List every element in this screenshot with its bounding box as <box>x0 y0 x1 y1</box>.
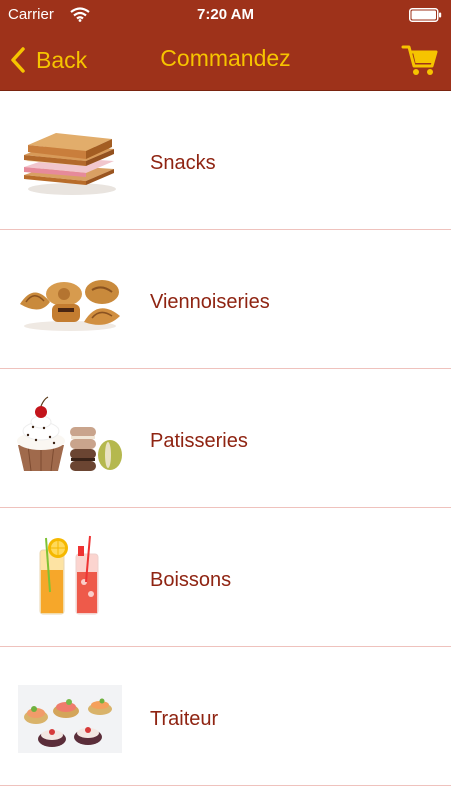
list-item-boissons[interactable]: Boissons <box>0 508 451 647</box>
sandwich-image <box>14 115 126 203</box>
status-bar: Carrier 7:20 AM <box>0 0 451 30</box>
list-item-traiteur[interactable]: Traiteur <box>0 647 451 786</box>
pastries-image <box>14 254 126 342</box>
list-item-viennoiseries[interactable]: Viennoiseries <box>0 230 451 369</box>
cupcake-macarons-image <box>14 393 126 481</box>
navigation-bar: Back Commandez <box>0 30 451 91</box>
battery-icon <box>409 8 442 22</box>
list-item-snacks[interactable]: Snacks <box>0 91 451 230</box>
list-item-label: Patisseries <box>150 430 248 452</box>
cart-button[interactable] <box>401 41 439 79</box>
list-item-patisseries[interactable]: Patisseries <box>0 369 451 508</box>
list-item-label: Viennoiseries <box>150 291 270 313</box>
page-title: Commandez <box>160 45 291 71</box>
cart-icon <box>401 45 438 75</box>
drinks-image <box>14 532 126 620</box>
list-item-label: Traiteur <box>150 708 219 730</box>
category-list: Snacks Viennoiseries Patisseries Boisson… <box>0 91 451 786</box>
canapes-image <box>14 671 126 759</box>
list-item-label: Snacks <box>150 152 216 174</box>
list-item-label: Boissons <box>150 569 232 591</box>
status-time: 7:20 AM <box>197 6 254 23</box>
